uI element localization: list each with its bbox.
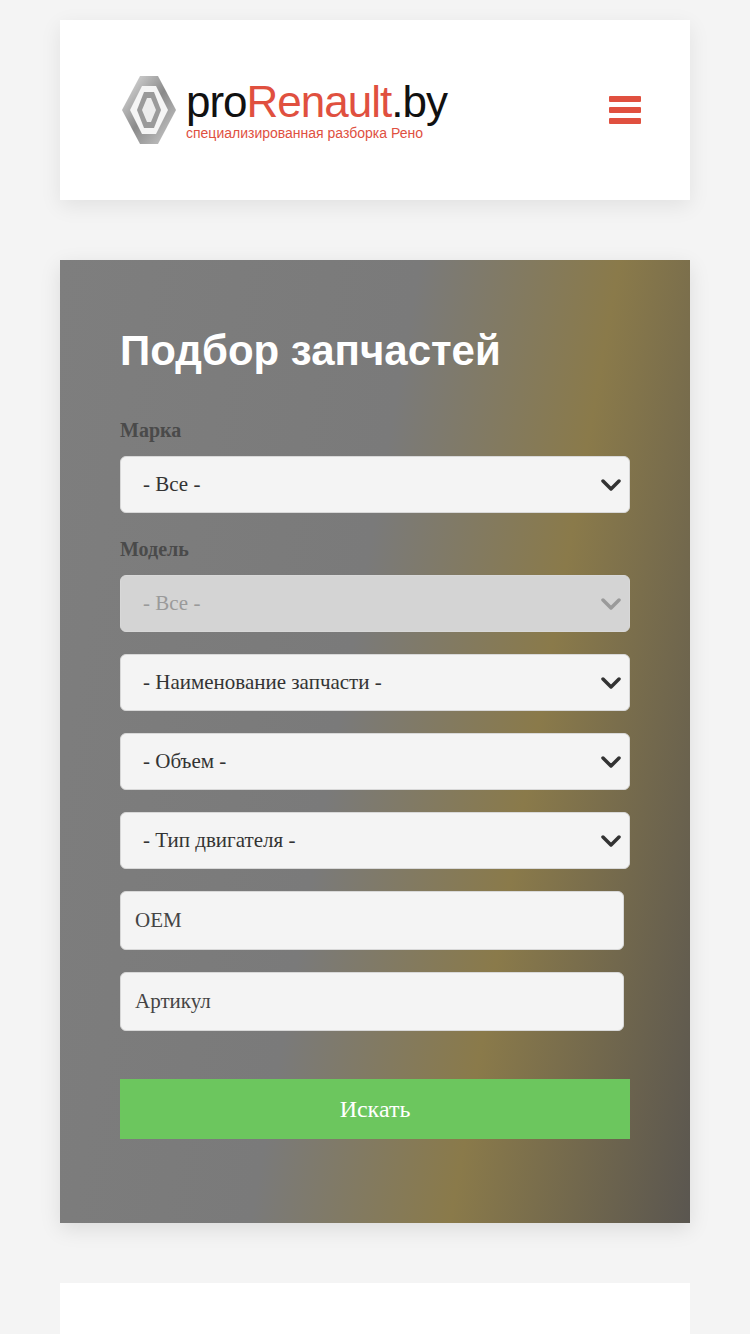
select-field[interactable]: - Объем - xyxy=(120,733,630,790)
text-input[interactable]: Артикул xyxy=(120,972,624,1031)
field-group: Модель - Все - xyxy=(120,535,630,632)
field-label: Марка xyxy=(120,416,630,444)
field-group: Артикул xyxy=(120,972,630,1031)
header: proRenault.byспециализированная разборка… xyxy=(60,20,690,200)
search-button[interactable]: Искать xyxy=(120,1079,630,1139)
field-group: OEM xyxy=(120,891,630,950)
field-list: Марка - Все - Модель - Все - - Наименование … xyxy=(120,416,630,1031)
select-field[interactable]: - Все - xyxy=(120,456,630,513)
text-input[interactable]: OEM xyxy=(120,891,624,950)
menu-icon[interactable] xyxy=(609,96,641,124)
page: proRenault.byспециализированная разборка… xyxy=(0,0,750,1334)
field-group: - Объем - xyxy=(120,733,630,790)
chevron-down-icon xyxy=(601,478,621,492)
select-field[interactable]: - Тип двигателя - xyxy=(120,812,630,869)
search-panel: Подбор запчастей Марка - Все - Модель - Все … xyxy=(60,260,690,1223)
select-field[interactable]: - Наименование запчасти - xyxy=(120,654,630,711)
field-group: Марка - Все - xyxy=(120,416,630,513)
form-title: Подбор запчастей xyxy=(120,326,630,376)
renault-diamond-icon xyxy=(120,74,178,146)
logo-tagline: специализированная разборка Рено xyxy=(186,125,447,141)
chevron-down-icon xyxy=(601,755,621,769)
chevron-down-icon xyxy=(601,676,621,690)
chevron-down-icon xyxy=(601,597,621,611)
next-card xyxy=(60,1283,690,1334)
logo[interactable]: proRenault.byспециализированная разборка… xyxy=(120,74,447,146)
field-group: - Тип двигателя - xyxy=(120,812,630,869)
logo-text: proRenault.by xyxy=(186,79,447,125)
field-label: Модель xyxy=(120,535,630,563)
select-field: - Все - xyxy=(120,575,630,632)
field-group: - Наименование запчасти - xyxy=(120,654,630,711)
chevron-down-icon xyxy=(601,834,621,848)
